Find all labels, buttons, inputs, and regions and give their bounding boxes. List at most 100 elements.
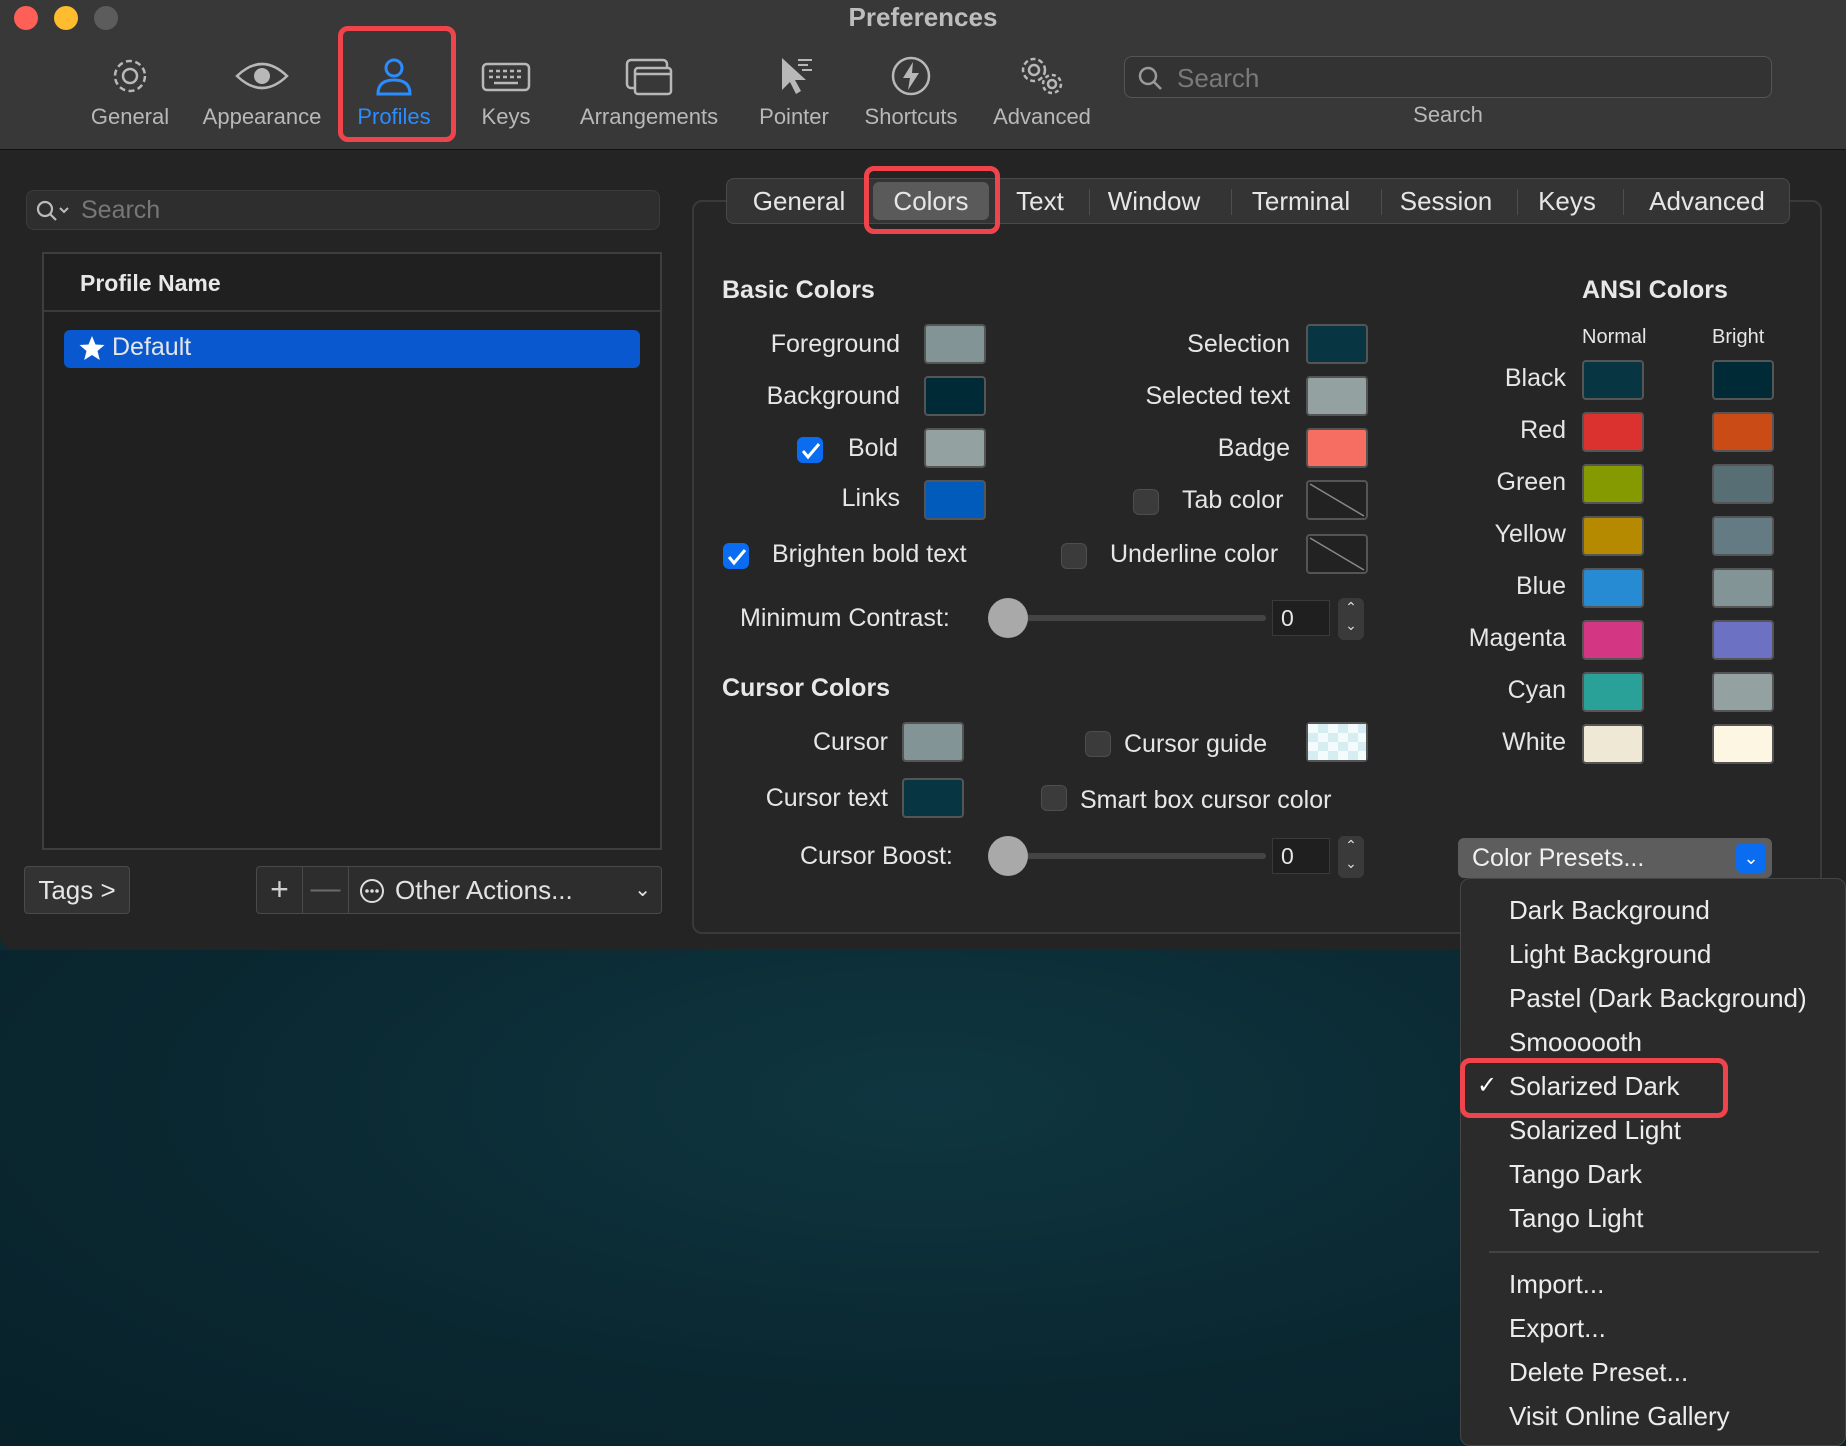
menu-item-delete-preset[interactable]: Delete Preset... [1509,1357,1688,1388]
menu-item-solarized-light[interactable]: Solarized Light [1509,1115,1681,1146]
menu-item-import[interactable]: Import... [1509,1269,1604,1300]
bold-checkbox[interactable] [797,437,823,463]
color-presets-button[interactable]: Color Presets... ⌄ [1458,838,1772,878]
ansi-yellow-bright-well[interactable] [1712,516,1774,556]
toolbar-keys[interactable]: Keys [470,50,542,134]
ansi-green-normal-well[interactable] [1582,464,1644,504]
menu-item-pastel[interactable]: Pastel (Dark Background) [1509,983,1807,1014]
cursor-text-label: Cursor text [765,784,888,812]
ansi-magenta-bright-well[interactable] [1712,620,1774,660]
minimum-contrast-track[interactable] [1006,615,1266,621]
menu-item-smoooooth[interactable]: Smoooooth [1509,1027,1642,1058]
cursor-boost-field[interactable]: 0 [1272,838,1330,874]
toolbar-pointer[interactable]: Pointer [752,50,836,134]
underline-color-well[interactable] [1306,534,1368,574]
no-color-slash-icon [1309,483,1365,517]
profile-row-default[interactable]: Default [64,330,640,368]
tab-color-checkbox[interactable] [1133,489,1159,515]
profile-name-column-header[interactable]: Profile Name [80,270,221,297]
ansi-white-bright-well[interactable] [1712,724,1774,764]
tags-button[interactable]: Tags > [24,866,130,914]
minimum-contrast-field[interactable]: 0 [1272,600,1330,636]
links-color-well[interactable] [924,480,986,520]
menu-item-tango-dark[interactable]: Tango Dark [1509,1159,1642,1190]
other-actions-label: Other Actions... [395,875,573,905]
ansi-cyan-normal-well[interactable] [1582,672,1644,712]
toolbar-advanced[interactable]: Advanced [986,50,1098,134]
toolbar: Preferences General Appearance Profiles … [0,0,1846,150]
toolbar-search-input[interactable]: Search [1124,56,1772,98]
profile-table: Profile Name Default [42,252,662,850]
underline-color-checkbox[interactable] [1061,543,1087,569]
foreground-color-well[interactable] [924,324,986,364]
minimum-contrast-slider[interactable] [988,598,1028,638]
selected-text-color-well[interactable] [1306,376,1368,416]
menu-item-light-background[interactable]: Light Background [1509,939,1711,970]
tab-advanced[interactable]: Advanced [1627,179,1787,223]
toolbar-general[interactable]: General [82,50,178,134]
smart-box-cursor-checkbox[interactable] [1041,785,1067,811]
ansi-yellow-normal-well[interactable] [1582,516,1644,556]
windows-icon [625,58,673,96]
chevron-down-icon: ⌄ [634,879,651,901]
bolt-icon [891,56,931,96]
gear-icon [113,59,147,93]
toolbar-arrangements-label: Arrangements [579,104,719,129]
toolbar-shortcuts[interactable]: Shortcuts [856,50,966,134]
cursor-boost-stepper[interactable]: ⌃ ⌄ [1338,836,1364,878]
cursor-guide-color-well[interactable] [1306,722,1368,762]
tab-color-well[interactable] [1306,480,1368,520]
menu-item-tango-light[interactable]: Tango Light [1509,1203,1643,1234]
menu-item-dark-background[interactable]: Dark Background [1509,895,1710,926]
checkerboard-icon [1308,724,1366,760]
chevron-down-icon: ⌄ [1736,843,1766,873]
tab-terminal[interactable]: Terminal [1235,179,1367,223]
add-profile-button[interactable]: + [257,867,303,913]
selection-color-well[interactable] [1306,324,1368,364]
ansi-black-normal-well[interactable] [1582,360,1644,400]
tab-session[interactable]: Session [1385,179,1507,223]
ansi-blue-bright-well[interactable] [1712,568,1774,608]
profile-search-placeholder: Search [81,196,161,224]
toolbar-shortcuts-label: Shortcuts [864,104,958,129]
ansi-cyan-bright-well[interactable] [1712,672,1774,712]
cursor-guide-checkbox[interactable] [1085,731,1111,757]
tab-general[interactable]: General [733,179,865,223]
toolbar-advanced-label: Advanced [993,104,1091,129]
remove-profile-button[interactable]: — [303,867,349,913]
cursor-boost-track[interactable] [1006,853,1266,859]
ansi-red-bright-well[interactable] [1712,412,1774,452]
bold-color-well[interactable] [924,428,986,468]
tab-window[interactable]: Window [1093,179,1215,223]
table-header-divider [44,310,660,312]
ansi-black-bright-well[interactable] [1712,360,1774,400]
tab-text[interactable]: Text [995,179,1085,223]
brighten-bold-checkbox[interactable] [723,543,749,569]
tab-divider [1623,189,1624,215]
selection-label: Selection [1187,330,1290,358]
ansi-magenta-normal-well[interactable] [1582,620,1644,660]
menu-item-visit-gallery[interactable]: Visit Online Gallery [1509,1401,1730,1432]
checkmark-icon [727,549,747,566]
minimum-contrast-stepper[interactable]: ⌃ ⌄ [1338,598,1364,640]
toolbar-appearance[interactable]: Appearance [194,50,330,134]
ansi-white-normal-well[interactable] [1582,724,1644,764]
toolbar-arrangements[interactable]: Arrangements [572,50,726,134]
tab-keys[interactable]: Keys [1521,179,1613,223]
menu-item-export[interactable]: Export... [1509,1313,1606,1344]
cursor-boost-slider[interactable] [988,836,1028,876]
cursor-color-well[interactable] [902,722,964,762]
selected-text-label: Selected text [1145,382,1290,410]
ansi-blue-normal-well[interactable] [1582,568,1644,608]
profile-search-input[interactable]: Search [26,190,660,230]
highlight-profiles [338,26,456,142]
checkmark-icon [801,443,821,460]
tab-divider [1231,189,1232,215]
ansi-green-bright-well[interactable] [1712,464,1774,504]
other-actions-dropdown[interactable]: Other Actions... ⌄ [351,867,661,913]
ansi-red-normal-well[interactable] [1582,412,1644,452]
tab-divider [1517,189,1518,215]
cursor-text-color-well[interactable] [902,778,964,818]
background-color-well[interactable] [924,376,986,416]
badge-color-well[interactable] [1306,428,1368,468]
